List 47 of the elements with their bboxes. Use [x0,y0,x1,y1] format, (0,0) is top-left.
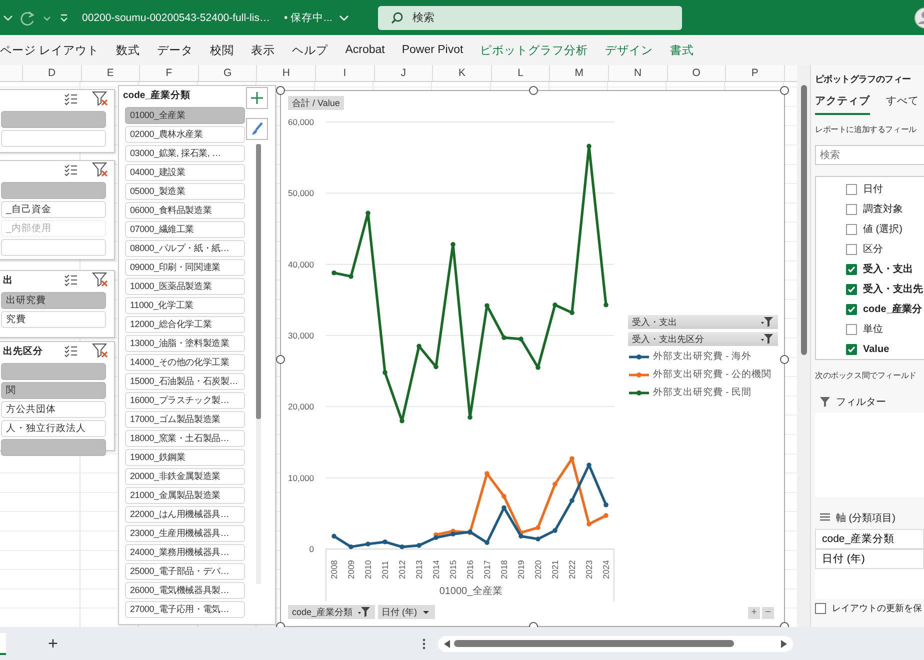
pane-hint: レポートに追加するフィール [815,124,918,135]
field-label: Value [863,344,890,354]
slicer-title: 出先区分 [3,344,44,358]
axis-tick-label: 2022 [567,560,577,579]
slicer-title: code_産業分類 [123,88,192,102]
checkbox-label: レイアウトの更新を保 [832,602,922,615]
pane-title: ピボットグラフのフィー [815,73,912,86]
axis-tick-label: 20,000 [288,402,314,412]
area-label: フィルター [836,396,886,409]
field-label: 値 (選択) [863,223,902,236]
pane-hint: 次のボックス間でフィールド [815,370,918,381]
axis-tick-label: 2009 [346,560,356,579]
axis-tick-label: 2012 [397,560,407,579]
axis-tick-label: 2011 [380,560,390,579]
axis-tick-label: 2020 [533,560,543,579]
axis-tick-label: 2017 [482,560,492,579]
axis-title: 01000_全産業 [439,586,503,597]
area-label: 軸 (分類項目) [836,512,896,525]
legend-label: 外部支出研究費 - 公的機関 [653,368,772,381]
field-label: 受入・支出先 [863,282,923,296]
axis-tick-label: 60,000 [288,117,314,127]
save-status: • 保存中... [284,10,332,24]
axis-tick-label: 2008 [329,560,339,579]
field-label: 受入・支出 [863,262,913,276]
field-label: 日付 [863,183,883,196]
field-label: 単位 [863,323,883,336]
axis-tick-label: 2015 [448,560,458,579]
field-label: code_産業分 [863,302,922,316]
axis-tick-label: 2024 [601,560,611,579]
axis-tick-label: 40,000 [288,259,314,270]
axis-tick-label: 2023 [584,560,594,579]
axis-tick-label: 2014 [431,560,441,579]
axis-tick-label: 2021 [550,560,560,579]
axis-tick-label: 2018 [499,560,509,579]
axis-tick-label: 2013 [414,560,424,579]
field-label: 調査対象 [863,202,903,216]
axis-tick-label: 10,000 [288,472,314,483]
field-label: 区分 [863,243,883,256]
axis-tick-label: 2010 [363,560,373,579]
axis-tick-label: 50,000 [288,188,314,198]
axis-tick-label: 2016 [465,560,475,579]
slicer-title: 出 [3,274,14,286]
axis-tick-label: 2019 [516,560,526,579]
legend-label: 外部支出研究費 - 海外 [653,350,752,363]
axis-tick-label: 0 [309,544,314,554]
axis-tick-label: 30,000 [288,330,314,340]
legend-label: 外部支出研究費 - 民間 [653,386,752,399]
